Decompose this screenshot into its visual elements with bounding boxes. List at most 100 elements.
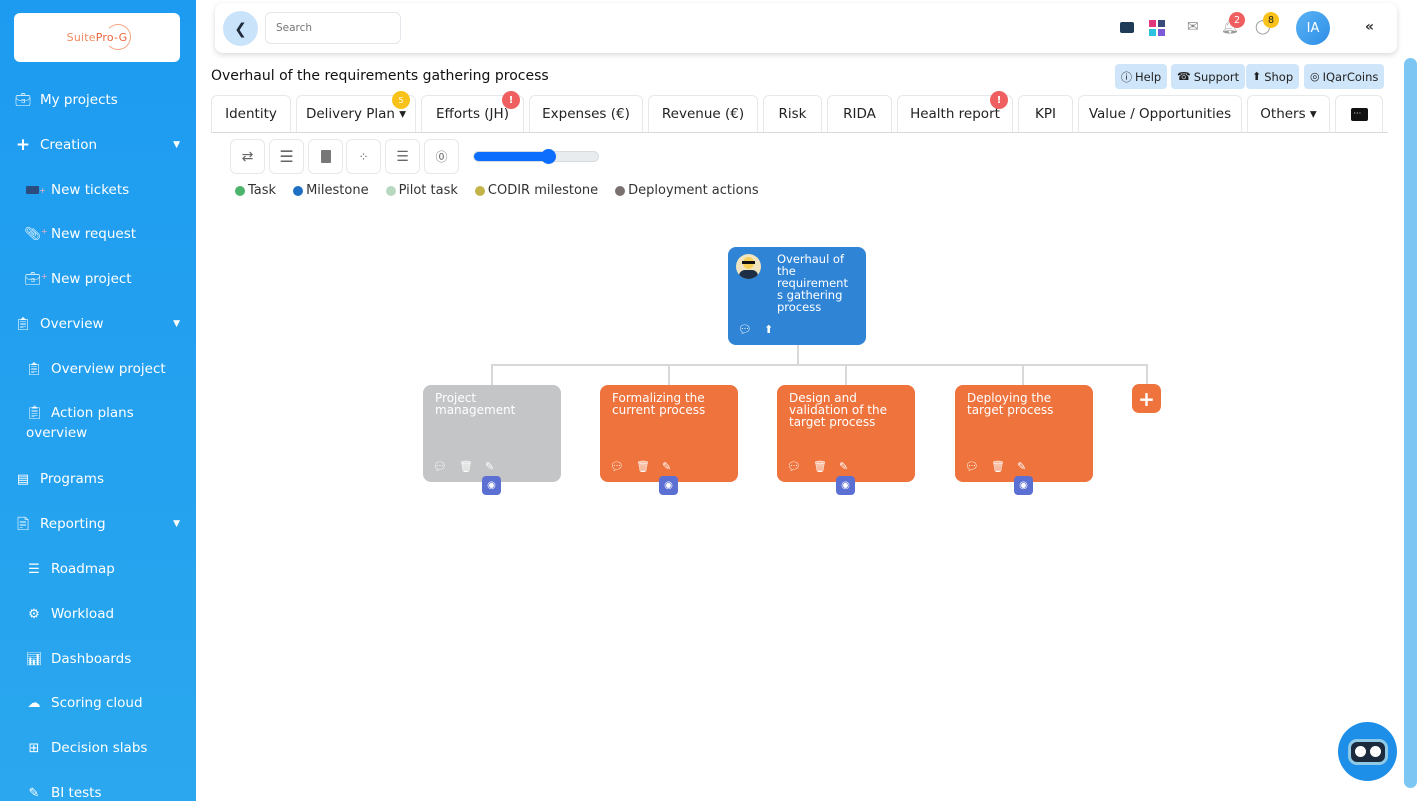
sidebar: SuitePro-G 💼︎ My projects + Creation ▼ +…: [0, 0, 196, 801]
sidebar-item-scoring-cloud[interactable]: ☁ Scoring cloud: [0, 693, 196, 713]
connector-add: [1146, 364, 1148, 385]
tab-label: RIDA: [843, 106, 876, 122]
node-title: Design and validation of the target proc…: [789, 392, 887, 428]
spinner-icon: ⁘: [358, 149, 369, 164]
sidebar-item-decision-slabs[interactable]: ⊞ Decision slabs: [0, 738, 196, 758]
checklist-button[interactable]: ☰: [385, 139, 420, 174]
tab-rida[interactable]: RIDA: [827, 95, 892, 132]
sidebar-item-roadmap[interactable]: ☰ Roadmap: [0, 559, 196, 579]
pencil-icon[interactable]: ✎: [839, 461, 848, 473]
tab-identity[interactable]: Identity: [211, 95, 291, 132]
sidebar-item-new-project[interactable]: 💼︎ + New project: [0, 269, 196, 289]
zero-toggle-button[interactable]: ⓪: [424, 139, 459, 174]
tab-revenue[interactable]: Revenue (€): [648, 95, 758, 132]
legend: Task Milestone Pilot task CODIR mileston…: [235, 183, 776, 198]
tab-label: Value / Opportunities: [1088, 106, 1232, 122]
clipboard-icon: 📋︎: [26, 405, 44, 421]
pencil-icon[interactable]: ✎: [485, 461, 494, 473]
legend-dot: [385, 185, 396, 196]
trash-icon[interactable]: 🗑︎: [813, 461, 827, 473]
pencil-icon[interactable]: ✎: [1017, 461, 1026, 473]
comment-icon[interactable]: 💬︎: [965, 461, 979, 473]
eye-icon: ◉: [841, 480, 850, 491]
sidebar-item-action-plans-overview[interactable]: 📋︎ Action plans overview: [26, 403, 186, 443]
view-node-button[interactable]: ◉: [482, 476, 501, 495]
tab-expenses[interactable]: Expenses (€): [529, 95, 643, 132]
chat-icon[interactable]: [1120, 19, 1134, 37]
node-title: Overhaul of the requirement s gathering …: [777, 253, 863, 313]
sidebar-item-creation[interactable]: + Creation ▼: [0, 135, 196, 155]
iqarcoins-button[interactable]: ◎ IQarCoins: [1304, 64, 1385, 89]
trash-icon[interactable]: 🗑︎: [459, 461, 473, 473]
sidebar-item-reporting[interactable]: 📄︎ Reporting ▼: [0, 514, 196, 534]
sidebar-item-workload[interactable]: ⚙ Workload: [0, 604, 196, 624]
tab-risk[interactable]: Risk: [763, 95, 822, 132]
legend-dot: [235, 185, 245, 196]
export-pdf-button[interactable]: [308, 139, 343, 174]
support-button[interactable]: ☎ Support: [1171, 64, 1246, 89]
clipboard-icon: 📋︎: [25, 361, 43, 377]
sidebar-item-label: Programs: [40, 471, 104, 487]
pencil-icon[interactable]: ✎: [662, 461, 671, 473]
child-node[interactable]: Deploying the target process 💬︎ 🗑︎ ✎: [955, 385, 1093, 482]
comment-icon[interactable]: 💬︎: [787, 461, 801, 473]
tab-kpi[interactable]: KPI: [1018, 95, 1073, 132]
tab-others[interactable]: Others ▾: [1247, 95, 1330, 132]
tab-label: Risk: [778, 106, 807, 122]
zoom-slider-thumb[interactable]: [541, 149, 557, 164]
child-node[interactable]: Formalizing the current process 💬︎ 🗑︎ ✎: [600, 385, 738, 482]
plus-icon: +: [15, 135, 31, 155]
upload-icon[interactable]: ⬆: [764, 324, 773, 336]
loading-toggle-button[interactable]: ⁘: [346, 139, 381, 174]
sidebar-item-my-projects[interactable]: 💼︎ My projects: [0, 90, 196, 110]
connector-child-1: [491, 364, 493, 385]
trash-icon[interactable]: 🗑︎: [991, 461, 1005, 473]
shop-label: Shop: [1264, 69, 1294, 84]
sidebar-item-programs[interactable]: ▤ Programs: [0, 469, 196, 489]
comment-icon[interactable]: 💬︎: [738, 324, 752, 336]
sidebar-item-overview[interactable]: 📋︎ Overview ▼: [0, 314, 196, 334]
mail-icon[interactable]: ✉: [1187, 19, 1199, 35]
sidebar-item-bi-tests[interactable]: ✎ BI tests: [0, 783, 196, 803]
tab-comments[interactable]: ···: [1335, 95, 1383, 132]
comment-icon[interactable]: 💬︎: [610, 461, 624, 473]
view-node-button[interactable]: ◉: [1014, 476, 1033, 495]
comment-icon[interactable]: 💬︎: [433, 461, 447, 473]
node-actions: 💬︎ 🗑︎ ✎: [965, 461, 1026, 473]
trash-icon[interactable]: 🗑︎: [636, 461, 650, 473]
sidebar-item-label: Overview: [40, 316, 104, 332]
chatbot-button[interactable]: [1338, 722, 1397, 781]
help-button[interactable]: ⓘ Help: [1115, 64, 1168, 89]
sidebar-item-new-request[interactable]: 📎︎ + New request: [0, 224, 196, 244]
back-button[interactable]: ❮: [223, 11, 258, 46]
view-node-button[interactable]: ◉: [836, 476, 855, 495]
table-icon: ⊞: [28, 740, 40, 756]
search-input[interactable]: [265, 12, 401, 44]
legend-item-milestone: Milestone: [293, 183, 369, 198]
child-node[interactable]: Project management 💬︎ 🗑︎ ✎: [423, 385, 561, 482]
legend-dot: [474, 185, 485, 196]
user-avatar[interactable]: IA: [1296, 11, 1330, 45]
zoom-slider[interactable]: [473, 149, 599, 164]
sidebar-item-new-tickets[interactable]: + New tickets: [0, 180, 196, 200]
shop-button[interactable]: ⬆ Shop: [1246, 64, 1300, 89]
sidebar-item-dashboards[interactable]: 📊︎ Dashboards: [0, 649, 196, 669]
node-title-line: target process: [967, 403, 1054, 417]
child-node[interactable]: Design and validation of the target proc…: [777, 385, 915, 482]
app-logo[interactable]: SuitePro-G: [14, 13, 180, 62]
apps-grid-icon[interactable]: [1149, 20, 1165, 36]
add-child-node-button[interactable]: +: [1132, 384, 1161, 413]
vertical-scrollbar[interactable]: [1404, 58, 1417, 788]
swap-orientation-button[interactable]: ⇄: [230, 139, 265, 174]
root-node[interactable]: Overhaul of the requirement s gathering …: [728, 247, 866, 345]
list-icon: ▤: [16, 471, 30, 487]
legend-item-task: Task: [235, 183, 276, 198]
sidebar-item-overview-project[interactable]: 📋︎ Overview project: [0, 359, 196, 379]
view-node-button[interactable]: ◉: [659, 476, 678, 495]
owner-avatar: [736, 254, 761, 279]
legend-item-pilot-task: Pilot task: [385, 183, 458, 198]
tab-value-opportunities[interactable]: Value / Opportunities: [1078, 95, 1242, 132]
align-button[interactable]: ☰: [269, 139, 304, 174]
node-actions: 💬︎ 🗑︎ ✎: [610, 461, 671, 473]
collapse-sidebar-button[interactable]: «: [1365, 19, 1374, 35]
